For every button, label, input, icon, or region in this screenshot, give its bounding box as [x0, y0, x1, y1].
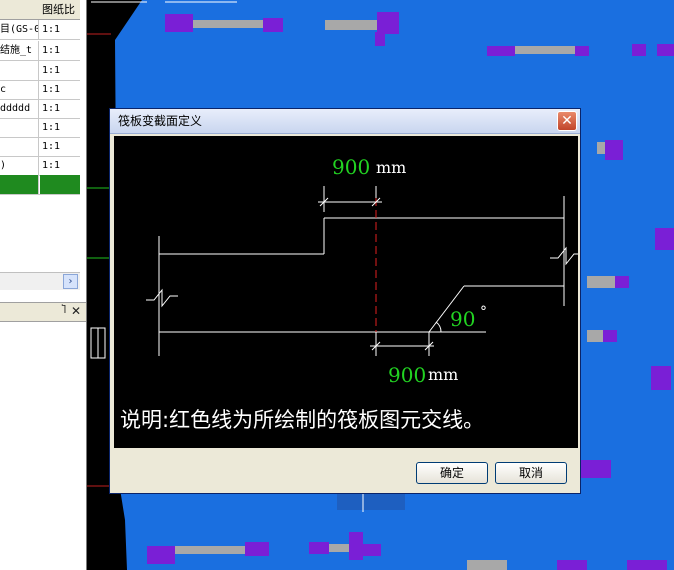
table-row[interactable]: c 1:1 — [0, 80, 80, 100]
cell-scale: 1:1 — [42, 103, 61, 114]
cell-scale: 1:1 — [42, 65, 61, 76]
cell-scale: 1:1 — [42, 24, 61, 35]
drawing-list-panel: 图纸比 目(GS-0 1:1 结施_t 1:1 1:1 c 1:1 ddddd … — [0, 0, 87, 570]
cell-scale: 1:1 — [42, 84, 61, 95]
table-row[interactable]: 1:1 — [0, 118, 80, 138]
cell-drawing-name: 目(GS-0 — [0, 20, 39, 39]
dialog-close-button[interactable]: ✕ — [557, 111, 577, 131]
bottom-dimension-unit: mm — [428, 365, 458, 384]
pin-icon[interactable]: Ⴈ — [61, 305, 66, 316]
table-row[interactable]: ) 1:1 — [0, 156, 80, 176]
cell-scale: 1:1 — [42, 122, 61, 133]
cell-drawing-name — [0, 118, 39, 137]
confirm-button[interactable]: 确定 — [416, 462, 488, 484]
table-row[interactable]: 目(GS-0 1:1 — [0, 20, 80, 40]
cell-drawing-name — [0, 175, 39, 194]
cell-drawing-name — [0, 61, 39, 80]
table-header: 图纸比 — [0, 0, 80, 20]
table-row[interactable]: 1:1 — [0, 61, 80, 81]
dialog-titlebar[interactable]: 筏板变截面定义 ✕ — [110, 109, 580, 134]
cancel-button[interactable]: 取消 — [495, 462, 567, 484]
bottom-dimension-value: 900 — [388, 363, 426, 387]
cell-drawing-name: 结施_t — [0, 41, 39, 60]
cell-scale: 1:1 — [42, 160, 61, 171]
raft-section-change-dialog: 筏板变截面定义 ✕ 900 mm 900 mm 90 ° 说明:红色线为所绘制的… — [109, 108, 581, 494]
table-row-selected[interactable] — [0, 175, 80, 195]
cell-drawing-name: c — [0, 80, 39, 99]
angle-value: 90 — [450, 307, 475, 331]
cell-scale — [40, 175, 80, 194]
top-dimension-unit: mm — [376, 158, 406, 177]
dialog-title: 筏板变截面定义 — [118, 114, 203, 128]
cell-drawing-name — [0, 137, 39, 156]
properties-panel-titlebar: Ⴈ ✕ — [0, 302, 86, 322]
cell-scale: 1:1 — [42, 141, 61, 152]
horizontal-scrollbar[interactable]: › — [0, 272, 80, 290]
scroll-right-arrow-icon[interactable]: › — [63, 274, 78, 289]
instruction-note: 说明:红色线为所绘制的筏板图元交线。 — [120, 408, 484, 432]
table-row[interactable]: 1:1 — [0, 137, 80, 157]
top-dimension-value: 900 — [332, 155, 370, 179]
section-diagram: 900 mm 900 mm 90 ° 说明:红色线为所绘制的筏板图元交线。 — [114, 136, 578, 448]
cell-drawing-name: ) — [0, 156, 39, 175]
section-drawing: 900 mm 900 mm 90 ° 说明:红色线为所绘制的筏板图元交线。 — [120, 155, 578, 432]
table-row[interactable]: 结施_t 1:1 — [0, 41, 80, 61]
close-icon: ✕ — [561, 113, 573, 129]
drawing-table: 图纸比 目(GS-0 1:1 结施_t 1:1 1:1 c 1:1 ddddd … — [0, 0, 80, 270]
cell-scale: 1:1 — [42, 45, 61, 56]
cell-drawing-name: ddddd — [0, 99, 39, 118]
close-icon[interactable]: ✕ — [71, 304, 81, 318]
column-header-scale[interactable]: 图纸比 — [40, 0, 80, 19]
angle-unit: ° — [480, 304, 487, 320]
table-row[interactable]: ddddd 1:1 — [0, 99, 80, 119]
